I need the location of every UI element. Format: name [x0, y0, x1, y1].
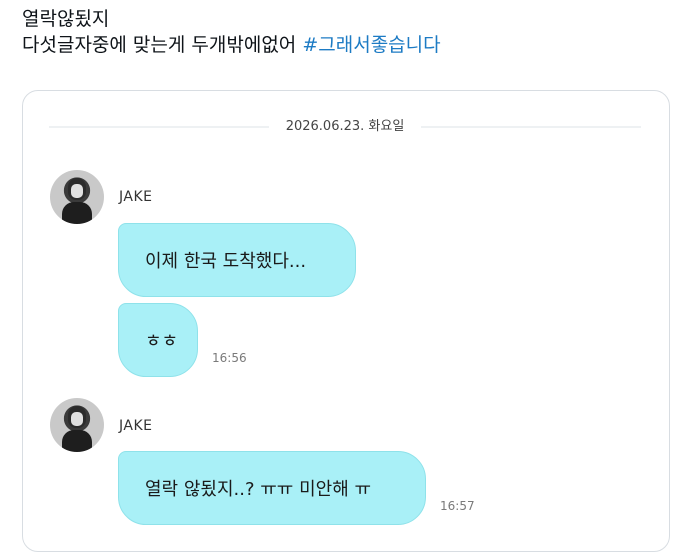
tweet-line-1: 열락않됬지: [22, 8, 110, 30]
attached-image[interactable]: 2026.06.23. 화요일 JAKE 이제 한국 도착했다... ㅎㅎ 16…: [22, 90, 670, 552]
message-text: 이제 한국 도착했다...: [145, 251, 307, 272]
message-bubble: 열락 않됬지..? ㅠㅠ 미안해 ㅠ: [118, 451, 426, 525]
sender-name: JAKE: [119, 189, 153, 205]
message-text: 열락 않됬지..? ㅠㅠ 미안해 ㅠ: [145, 479, 372, 500]
sender-avatar: [50, 398, 104, 452]
message-text: ㅎㅎ: [145, 331, 179, 352]
message-time: 16:56: [212, 351, 247, 365]
divider-line-left: [49, 126, 269, 128]
message-bubble: ㅎㅎ: [118, 303, 198, 377]
date-divider: 2026.06.23. 화요일: [23, 117, 669, 137]
hashtag-link[interactable]: #그래서좋습니다: [302, 34, 440, 56]
tweet-line-2: 다섯글자중에 맞는게 두개밖에없어 #그래서좋습니다: [22, 32, 441, 58]
message-bubble: 이제 한국 도착했다...: [118, 223, 356, 297]
chat-date: 2026.06.23. 화요일: [285, 119, 405, 134]
sender-avatar: [50, 170, 104, 224]
tweet-text: 열락않됬지 다섯글자중에 맞는게 두개밖에없어 #그래서좋습니다: [22, 6, 441, 58]
sender-name: JAKE: [119, 418, 153, 434]
divider-line-right: [421, 126, 641, 128]
tweet-line-2-text: 다섯글자중에 맞는게 두개밖에없어: [22, 34, 303, 56]
message-time: 16:57: [440, 499, 475, 513]
